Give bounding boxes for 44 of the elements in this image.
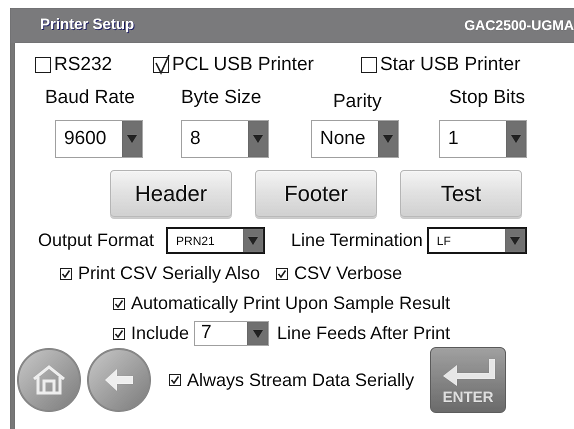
model-name: GAC2500-UGMA xyxy=(464,16,574,35)
checkbox[interactable] xyxy=(60,268,72,280)
checkbox[interactable] xyxy=(35,57,51,74)
window-title: Printer Setup xyxy=(40,15,134,36)
home-icon xyxy=(32,365,66,395)
dropdown[interactable]: 1 xyxy=(439,120,527,158)
checkbox-label: RS232 xyxy=(54,53,112,77)
caret-icon xyxy=(127,135,137,143)
checkbox[interactable] xyxy=(169,374,181,386)
field-label: Baud Rate xyxy=(45,86,135,110)
checkbox[interactable] xyxy=(153,57,169,74)
dropdown[interactable]: 8 xyxy=(181,120,269,158)
checkbox[interactable] xyxy=(113,328,125,340)
caret-icon xyxy=(511,135,521,143)
action-button[interactable]: Test xyxy=(400,170,522,217)
dropdown[interactable]: 7 xyxy=(194,321,270,346)
checkbox[interactable] xyxy=(113,298,125,310)
checkbox[interactable] xyxy=(361,57,377,74)
caret-icon xyxy=(253,135,263,143)
field-label: Stop Bits xyxy=(449,86,526,110)
checkbox-label: CSV Verbose xyxy=(294,262,402,285)
checkbox-label: Always Stream Data Serially xyxy=(187,368,414,392)
action-button[interactable]: Footer xyxy=(255,170,377,217)
dropdown[interactable]: LF xyxy=(426,227,527,254)
field-label: Parity xyxy=(333,90,382,114)
action-button[interactable]: Header xyxy=(110,170,232,217)
checkbox[interactable] xyxy=(276,268,288,280)
checkbox-label: Line Feeds After Print xyxy=(277,322,450,345)
checkbox-label: Print CSV Serially Also xyxy=(78,262,260,285)
caret-icon xyxy=(383,135,393,143)
checkbox-label: Star USB Printer xyxy=(380,53,520,77)
checkbox-label: Automatically Print Upon Sample Result xyxy=(131,292,450,315)
arrow-left-icon xyxy=(103,367,135,393)
field-label: Byte Size xyxy=(181,86,262,110)
caret-icon xyxy=(248,236,258,244)
caret-icon xyxy=(510,236,520,244)
checkbox-label: Include xyxy=(131,322,190,345)
field-label: Line Termination xyxy=(291,229,423,252)
caret-icon xyxy=(252,330,263,338)
dropdown[interactable]: PRN21 xyxy=(166,227,266,254)
field-label: Output Format xyxy=(38,229,154,252)
dropdown[interactable]: 9600 xyxy=(55,120,143,158)
dropdown[interactable]: None xyxy=(311,120,399,158)
checkbox-label: PCL USB Printer xyxy=(172,53,314,77)
